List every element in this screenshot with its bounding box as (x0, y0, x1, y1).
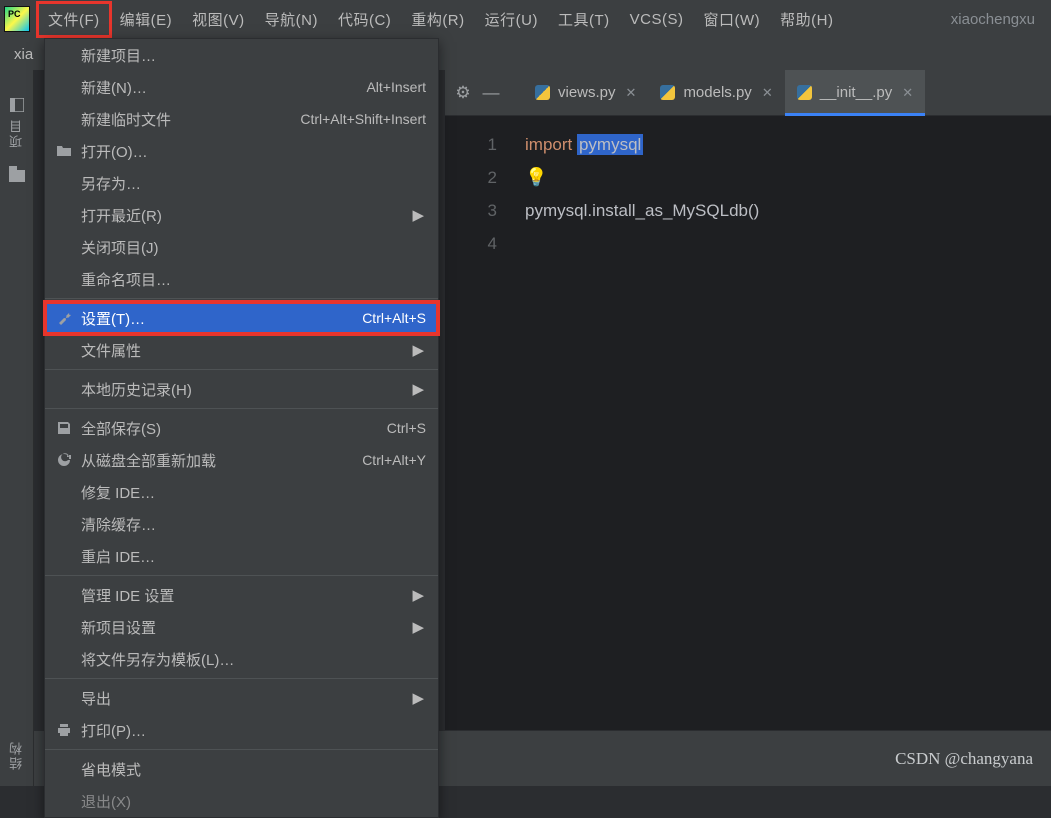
gear-icon[interactable]: ⚙ (449, 79, 477, 107)
menuitem-export[interactable]: 导出▶ (45, 682, 438, 714)
menubar: 文件(F) 编辑(E) 视图(V) 导航(N) 代码(C) 重构(R) 运行(U… (0, 0, 1051, 38)
file-menu-dropdown: 新建项目… 新建(N)…Alt+Insert 新建临时文件Ctrl+Alt+Sh… (44, 38, 439, 818)
code-content[interactable]: import pymysql 💡 pymysql.install_as_MySQ… (515, 116, 759, 730)
menuitem-manage-ide-settings[interactable]: 管理 IDE 设置▶ (45, 579, 438, 611)
tab-init[interactable]: __init__.py ✕ (785, 70, 925, 116)
code-line-3: pymysql.install_as_MySQLdb() (525, 194, 759, 227)
menuitem-print[interactable]: 打印(P)… (45, 714, 438, 746)
menuitem-settings[interactable]: 设置(T)…Ctrl+Alt+S (45, 302, 438, 334)
wrench-icon (55, 309, 73, 327)
menuitem-close-project[interactable]: 关闭项目(J) (45, 231, 438, 263)
keyword-import: import (525, 135, 572, 154)
menuitem-repair-ide[interactable]: 修复 IDE… (45, 476, 438, 508)
open-folder-icon (55, 142, 73, 160)
sync-icon (55, 451, 73, 469)
menuitem-power-save[interactable]: 省电模式 (45, 753, 438, 785)
left-tool-strip: 项目 结构 (0, 70, 34, 786)
menuitem-save-as[interactable]: 另存为… (45, 167, 438, 199)
chevron-right-icon: ▶ (412, 206, 424, 224)
menuitem-new-project[interactable]: 新建项目… (45, 39, 438, 71)
tab-models[interactable]: models.py ✕ (648, 70, 784, 116)
pycharm-app-icon (4, 6, 30, 32)
menuitem-open[interactable]: 打开(O)… (45, 135, 438, 167)
close-icon[interactable]: ✕ (762, 85, 773, 101)
close-icon[interactable]: ✕ (902, 85, 913, 101)
intention-bulb-icon[interactable]: 💡 (525, 167, 547, 187)
menu-window[interactable]: 窗口(W) (693, 3, 770, 36)
menu-separator (45, 749, 438, 750)
menu-separator (45, 678, 438, 679)
close-icon[interactable]: ✕ (626, 85, 637, 101)
menuitem-invalidate-caches[interactable]: 清除缓存… (45, 508, 438, 540)
menu-separator (45, 575, 438, 576)
project-tool-tab[interactable]: 项目 (7, 98, 26, 148)
menu-code[interactable]: 代码(C) (328, 3, 401, 36)
tab-views[interactable]: views.py ✕ (523, 70, 648, 116)
chevron-right-icon: ▶ (412, 341, 424, 359)
menu-view[interactable]: 视图(V) (182, 3, 255, 36)
menu-separator (45, 369, 438, 370)
menuitem-new[interactable]: 新建(N)…Alt+Insert (45, 71, 438, 103)
watermark-text: CSDN @changyana (895, 749, 1033, 769)
menuitem-file-properties[interactable]: 文件属性▶ (45, 334, 438, 366)
folder-icon[interactable] (9, 170, 25, 182)
save-icon (55, 419, 73, 437)
chevron-right-icon: ▶ (412, 586, 424, 604)
menuitem-open-recent[interactable]: 打开最近(R)▶ (45, 199, 438, 231)
print-icon (55, 721, 73, 739)
chevron-right-icon: ▶ (412, 618, 424, 636)
python-file-icon (535, 85, 550, 100)
menuitem-reload-disk[interactable]: 从磁盘全部重新加载Ctrl+Alt+Y (45, 444, 438, 476)
chevron-right-icon: ▶ (412, 380, 424, 398)
menuitem-save-as-template[interactable]: 将文件另存为模板(L)… (45, 643, 438, 675)
project-name-label: xiaochengxu (951, 11, 1047, 28)
python-file-icon (797, 85, 812, 100)
menu-file[interactable]: 文件(F) (38, 3, 110, 36)
menuitem-new-project-settings[interactable]: 新项目设置▶ (45, 611, 438, 643)
hide-tool-icon[interactable]: — (477, 79, 505, 107)
line-gutter: 1 2 3 4 (445, 116, 515, 730)
menuitem-exit[interactable]: 退出(X) (45, 785, 438, 817)
menu-help[interactable]: 帮助(H) (770, 3, 843, 36)
menu-separator (45, 408, 438, 409)
menu-navigate[interactable]: 导航(N) (255, 3, 328, 36)
menuitem-local-history[interactable]: 本地历史记录(H)▶ (45, 373, 438, 405)
menuitem-new-scratch[interactable]: 新建临时文件Ctrl+Alt+Shift+Insert (45, 103, 438, 135)
menu-separator (45, 298, 438, 299)
menu-tools[interactable]: 工具(T) (548, 3, 620, 36)
breadcrumb-root[interactable]: xia (14, 46, 33, 63)
panel-icon (10, 98, 24, 112)
menu-refactor[interactable]: 重构(R) (401, 3, 474, 36)
menu-run[interactable]: 运行(U) (475, 3, 548, 36)
menuitem-restart-ide[interactable]: 重启 IDE… (45, 540, 438, 572)
menu-vcs[interactable]: VCS(S) (620, 5, 694, 34)
editor-area: ⚙ — views.py ✕ models.py ✕ __init__.py ✕… (445, 70, 1051, 730)
menuitem-rename-project[interactable]: 重命名项目… (45, 263, 438, 295)
selected-text: pymysql (577, 134, 643, 155)
menuitem-save-all[interactable]: 全部保存(S)Ctrl+S (45, 412, 438, 444)
code-editor[interactable]: 1 2 3 4 import pymysql 💡 pymysql.install… (445, 116, 1051, 730)
structure-tool-tab[interactable]: 结构 (7, 740, 26, 770)
chevron-right-icon: ▶ (412, 689, 424, 707)
menu-edit[interactable]: 编辑(E) (110, 3, 183, 36)
editor-tabbar: ⚙ — views.py ✕ models.py ✕ __init__.py ✕ (445, 70, 1051, 116)
python-file-icon (660, 85, 675, 100)
